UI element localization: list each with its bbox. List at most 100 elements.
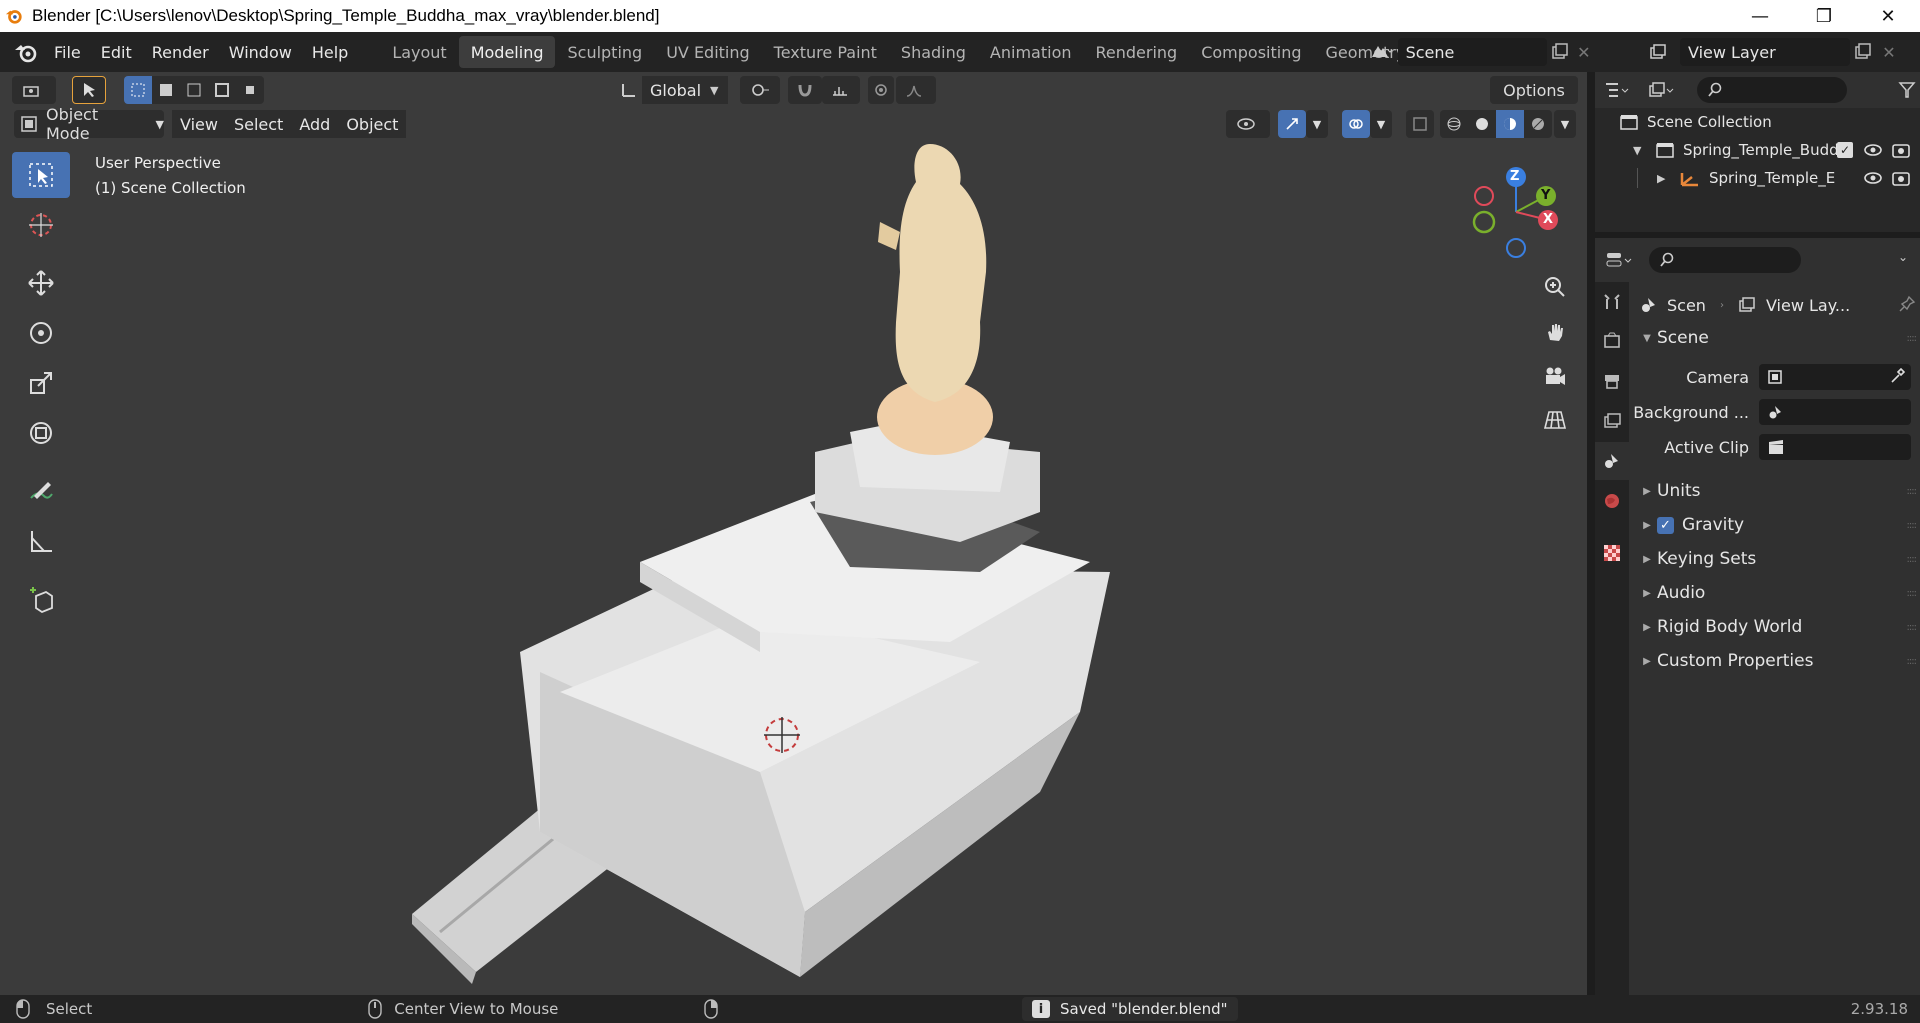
viewport-menu-view[interactable]: View bbox=[172, 110, 226, 138]
world-tab-icon[interactable] bbox=[1595, 482, 1629, 520]
tab-texture-paint[interactable]: Texture Paint bbox=[762, 36, 889, 68]
transform-orientation-dropdown[interactable]: Global ▼ bbox=[616, 76, 728, 104]
panel-scene-header[interactable]: ▼ Scene :::: bbox=[1629, 322, 1920, 354]
output-tab-icon[interactable] bbox=[1595, 362, 1629, 400]
measure-tool-icon[interactable] bbox=[12, 518, 70, 564]
tab-uv-editing[interactable]: UV Editing bbox=[654, 36, 761, 68]
zoom-icon[interactable] bbox=[1538, 270, 1572, 304]
drag-grip-icon[interactable]: :::: bbox=[1907, 520, 1918, 531]
gizmo-dropdown-icon[interactable]: ▼ bbox=[1306, 110, 1328, 138]
pivot-point-icon[interactable] bbox=[740, 76, 780, 104]
display-mode-icon[interactable] bbox=[1639, 81, 1683, 99]
camera-field[interactable] bbox=[1759, 364, 1911, 390]
tab-compositing[interactable]: Compositing bbox=[1189, 36, 1313, 68]
panel-audio[interactable]: ▶ Audio :::: bbox=[1629, 577, 1920, 609]
select-subtract-icon[interactable] bbox=[180, 76, 208, 104]
tab-animation[interactable]: Animation bbox=[978, 36, 1084, 68]
drag-grip-icon[interactable]: :::: bbox=[1907, 333, 1918, 344]
drag-grip-icon[interactable]: :::: bbox=[1907, 656, 1918, 667]
eye-icon[interactable] bbox=[1863, 141, 1883, 163]
mode-dropdown[interactable]: Object Mode ▼ bbox=[14, 105, 164, 143]
tool-settings-tab-icon[interactable] bbox=[1595, 282, 1629, 320]
panel-keying-sets[interactable]: ▶ Keying Sets :::: bbox=[1629, 543, 1920, 575]
perspective-toggle-icon[interactable] bbox=[1538, 403, 1572, 437]
transform-tool-icon[interactable] bbox=[12, 410, 70, 456]
menu-render[interactable]: Render bbox=[142, 36, 219, 68]
overlays-dropdown-icon[interactable]: ▼ bbox=[1370, 110, 1392, 138]
filter-icon[interactable] bbox=[1898, 81, 1916, 103]
camera-view-icon[interactable] bbox=[1538, 359, 1572, 393]
proportional-edit-icon[interactable] bbox=[868, 76, 894, 104]
wireframe-shading-icon[interactable] bbox=[1440, 110, 1468, 138]
select-new-icon[interactable] bbox=[124, 76, 152, 104]
active-clip-field[interactable] bbox=[1759, 434, 1911, 460]
rotate-tool-icon[interactable] bbox=[12, 310, 70, 356]
xray-toggle-icon[interactable] bbox=[1406, 110, 1434, 138]
material-preview-icon[interactable] bbox=[1496, 110, 1524, 138]
outliner-row-scene-collection[interactable]: Scene Collection bbox=[1619, 108, 1772, 136]
select-box-tool-icon[interactable] bbox=[12, 152, 70, 198]
pin-icon[interactable] bbox=[1898, 295, 1916, 317]
3d-viewport[interactable]: Global ▼ Options Object Mode ▼ View Sele… bbox=[0, 72, 1587, 995]
remove-view-layer-icon[interactable]: ✕ bbox=[1876, 43, 1902, 62]
maximize-button[interactable]: ❐ bbox=[1792, 0, 1856, 32]
drag-grip-icon[interactable]: :::: bbox=[1907, 554, 1918, 565]
close-button[interactable]: ✕ bbox=[1856, 0, 1920, 32]
viewport-menu-object[interactable]: Object bbox=[338, 110, 407, 138]
rendered-shading-icon[interactable] bbox=[1524, 110, 1552, 138]
viewport-menu-add[interactable]: Add bbox=[291, 110, 339, 138]
visibility-selectability-icon[interactable] bbox=[1226, 110, 1270, 138]
menu-file[interactable]: File bbox=[44, 36, 91, 68]
panel-custom-properties[interactable]: ▶ Custom Properties :::: bbox=[1629, 645, 1920, 677]
shading-dropdown-icon[interactable]: ▼ bbox=[1554, 110, 1576, 138]
camera-render-icon[interactable] bbox=[1891, 141, 1911, 163]
exclude-checkbox-icon[interactable]: ✓ bbox=[1837, 142, 1853, 158]
drag-grip-icon[interactable]: :::: bbox=[1907, 588, 1918, 599]
chevron-down-icon[interactable]: ⌄ bbox=[1898, 250, 1908, 264]
tab-shading[interactable]: Shading bbox=[889, 36, 978, 68]
minimize-button[interactable]: — bbox=[1728, 0, 1792, 32]
blender-logo-icon[interactable] bbox=[8, 35, 44, 69]
pan-hand-icon[interactable] bbox=[1538, 315, 1572, 349]
render-tab-icon[interactable] bbox=[1595, 322, 1629, 360]
scene-name-field[interactable]: Scene bbox=[1397, 38, 1548, 66]
scene-type-icon[interactable] bbox=[1364, 43, 1398, 61]
new-view-layer-icon[interactable] bbox=[1850, 43, 1876, 61]
remove-scene-icon[interactable]: ✕ bbox=[1572, 43, 1596, 62]
menu-help[interactable]: Help bbox=[302, 36, 358, 68]
tab-layout[interactable]: Layout bbox=[380, 36, 458, 68]
properties-editor-icon[interactable] bbox=[1595, 250, 1643, 270]
cursor-tool-icon[interactable] bbox=[12, 202, 70, 248]
panel-units[interactable]: ▶ Units :::: bbox=[1629, 475, 1920, 507]
tab-modeling[interactable]: Modeling bbox=[458, 36, 556, 68]
snap-element-icon[interactable] bbox=[822, 76, 860, 104]
outliner-row-object[interactable]: ▶ Spring_Temple_E bbox=[1595, 164, 1920, 192]
editor-type-icon[interactable] bbox=[12, 76, 56, 104]
scale-tool-icon[interactable] bbox=[12, 360, 70, 406]
drag-grip-icon[interactable]: :::: bbox=[1907, 486, 1918, 497]
expand-arrow-icon[interactable]: ▼ bbox=[1633, 144, 1649, 157]
eyedropper-icon[interactable] bbox=[1889, 367, 1906, 388]
scene-tab-icon[interactable] bbox=[1595, 442, 1629, 480]
viewport-menu-select[interactable]: Select bbox=[225, 110, 292, 138]
outliner-row-collection[interactable]: ▼ Spring_Temple_Budd ✓ bbox=[1595, 136, 1920, 164]
move-tool-icon[interactable] bbox=[12, 260, 70, 306]
camera-render-icon[interactable] bbox=[1891, 169, 1911, 191]
select-tool-icon[interactable] bbox=[72, 76, 106, 104]
outliner-search-input[interactable] bbox=[1697, 77, 1847, 103]
outliner-editor-icon[interactable] bbox=[1595, 81, 1639, 99]
tab-sculpting[interactable]: Sculpting bbox=[555, 36, 654, 68]
drag-grip-icon[interactable]: :::: bbox=[1907, 622, 1918, 633]
select-extend-icon[interactable] bbox=[152, 76, 180, 104]
menu-edit[interactable]: Edit bbox=[91, 36, 142, 68]
select-intersect-icon[interactable] bbox=[236, 76, 264, 104]
new-scene-icon[interactable] bbox=[1547, 43, 1571, 61]
tab-rendering[interactable]: Rendering bbox=[1084, 36, 1190, 68]
texture-tab-icon[interactable] bbox=[1595, 534, 1629, 572]
overlays-toggle-icon[interactable] bbox=[1342, 110, 1370, 138]
gizmo-toggle-icon[interactable] bbox=[1278, 110, 1306, 138]
proportional-falloff-icon[interactable] bbox=[896, 76, 936, 104]
panel-gravity[interactable]: ▶ ✓ Gravity :::: bbox=[1629, 509, 1920, 541]
gravity-checkbox[interactable]: ✓ bbox=[1657, 516, 1674, 534]
eye-icon[interactable] bbox=[1863, 169, 1883, 191]
